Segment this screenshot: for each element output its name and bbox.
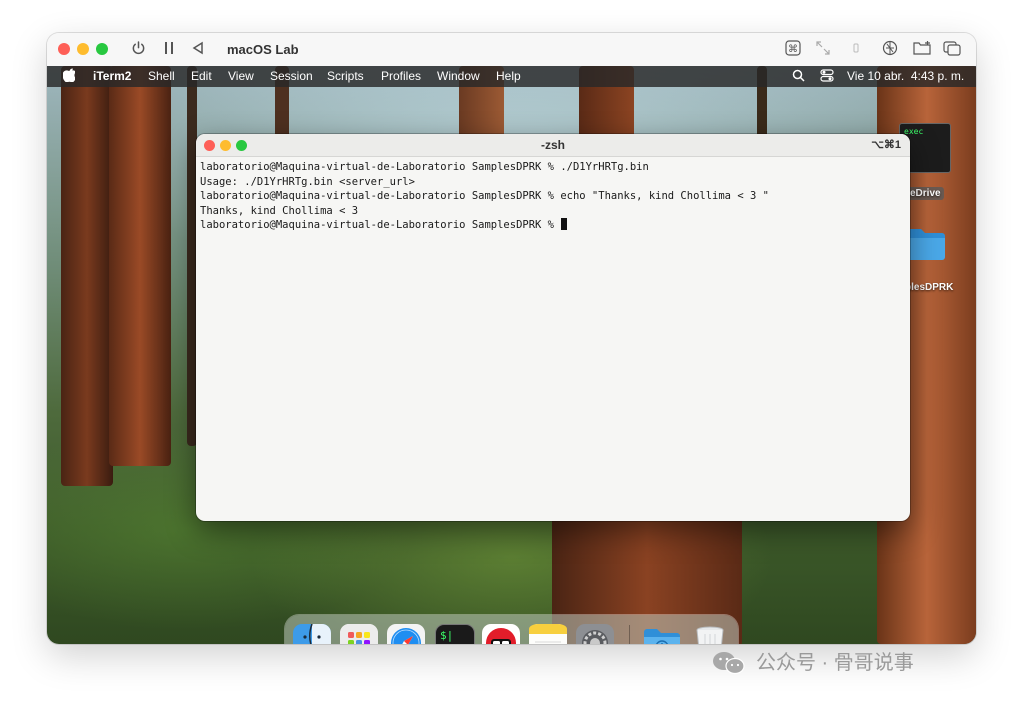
onedrive-label[interactable]: eDrive bbox=[907, 187, 944, 200]
vm-title: macOS Lab bbox=[227, 42, 299, 57]
terminal-icon-glyph: $| bbox=[440, 629, 454, 642]
terminal-line: Thanks, kind Chollima < 3 bbox=[200, 204, 359, 217]
command-key-icon[interactable]: ⌘ bbox=[784, 40, 802, 58]
system-settings-icon[interactable] bbox=[576, 624, 614, 644]
svg-text:⌘: ⌘ bbox=[788, 44, 798, 55]
samples-folder-icon[interactable] bbox=[905, 226, 947, 262]
terminal-output[interactable]: laboratorio@Maquina-virtual-de-Laborator… bbox=[200, 160, 900, 233]
watermark-text: 公众号 · 骨哥说事 bbox=[756, 652, 914, 674]
menu-view[interactable]: View bbox=[228, 69, 254, 84]
wallpaper-trunk bbox=[109, 66, 171, 466]
terminal-title: -zsh bbox=[541, 138, 565, 152]
vm-close-button[interactable] bbox=[58, 43, 70, 55]
terminal-shortcut: ⌥⌘1 bbox=[871, 139, 901, 151]
menu-profiles[interactable]: Profiles bbox=[381, 69, 421, 84]
menu-window[interactable]: Window bbox=[437, 69, 480, 84]
pause-icon[interactable] bbox=[163, 41, 175, 59]
dock-separator bbox=[629, 625, 630, 644]
terminal-cursor bbox=[561, 218, 568, 230]
terminal-line: laboratorio@Maquina-virtual-de-Laborator… bbox=[200, 190, 769, 202]
resize-icon[interactable] bbox=[814, 40, 832, 58]
vm-window: macOS Lab ⌘ iTerm2 Shell Edit View Sessi… bbox=[47, 33, 976, 644]
wechat-icon bbox=[712, 651, 746, 675]
back-icon[interactable] bbox=[191, 41, 205, 59]
shared-folder-icon[interactable] bbox=[913, 40, 931, 58]
menu-app-name[interactable]: iTerm2 bbox=[93, 69, 131, 84]
menubar-clock[interactable]: Vie 10 abr. 4:43 p. m. bbox=[847, 69, 964, 84]
trash-icon[interactable] bbox=[691, 624, 729, 644]
vm-titlebar: macOS Lab ⌘ bbox=[47, 33, 976, 67]
menu-edit[interactable]: Edit bbox=[191, 69, 212, 84]
guest-menubar: iTerm2 Shell Edit View Session Scripts P… bbox=[47, 66, 976, 87]
windows-icon[interactable] bbox=[943, 40, 961, 58]
terminal-line: laboratorio@Maquina-virtual-de-Laborator… bbox=[200, 161, 649, 173]
samples-folder-label[interactable]: plesDPRK bbox=[905, 282, 953, 293]
control-center-icon[interactable] bbox=[820, 69, 834, 86]
objective-see-icon[interactable] bbox=[482, 624, 520, 644]
menu-scripts[interactable]: Scripts bbox=[327, 69, 364, 84]
network-icon[interactable] bbox=[881, 40, 899, 58]
menu-shell[interactable]: Shell bbox=[148, 69, 175, 84]
wallpaper-trunk bbox=[61, 66, 113, 486]
launchpad-icon[interactable] bbox=[340, 624, 378, 644]
vm-minimize-button[interactable] bbox=[77, 43, 89, 55]
terminal-icon[interactable]: $| bbox=[435, 624, 475, 644]
dock: $| bbox=[285, 615, 738, 644]
guest-desktop: iTerm2 Shell Edit View Session Scripts P… bbox=[47, 66, 976, 644]
downloads-folder-icon[interactable] bbox=[642, 624, 680, 644]
apple-icon[interactable] bbox=[62, 68, 77, 85]
terminal-prompt-line: laboratorio@Maquina-virtual-de-Laborator… bbox=[200, 218, 900, 233]
search-icon[interactable] bbox=[792, 69, 805, 86]
terminal-window: -zsh ⌥⌘1 laboratorio@Maquina-virtual-de-… bbox=[196, 134, 910, 521]
finder-icon[interactable] bbox=[293, 623, 331, 644]
terminal-line: Usage: ./D1YrHRTg.bin <server_url> bbox=[200, 175, 415, 188]
usb-icon[interactable] bbox=[847, 40, 865, 58]
terminal-titlebar: -zsh ⌥⌘1 bbox=[196, 134, 910, 157]
notes-icon[interactable] bbox=[529, 624, 567, 644]
power-icon[interactable] bbox=[131, 41, 146, 60]
vm-zoom-button[interactable] bbox=[96, 43, 108, 55]
menu-help[interactable]: Help bbox=[496, 69, 521, 84]
menu-session[interactable]: Session bbox=[270, 69, 313, 84]
safari-icon[interactable] bbox=[387, 624, 425, 644]
terminal-prompt: laboratorio@Maquina-virtual-de-Laborator… bbox=[200, 219, 561, 231]
